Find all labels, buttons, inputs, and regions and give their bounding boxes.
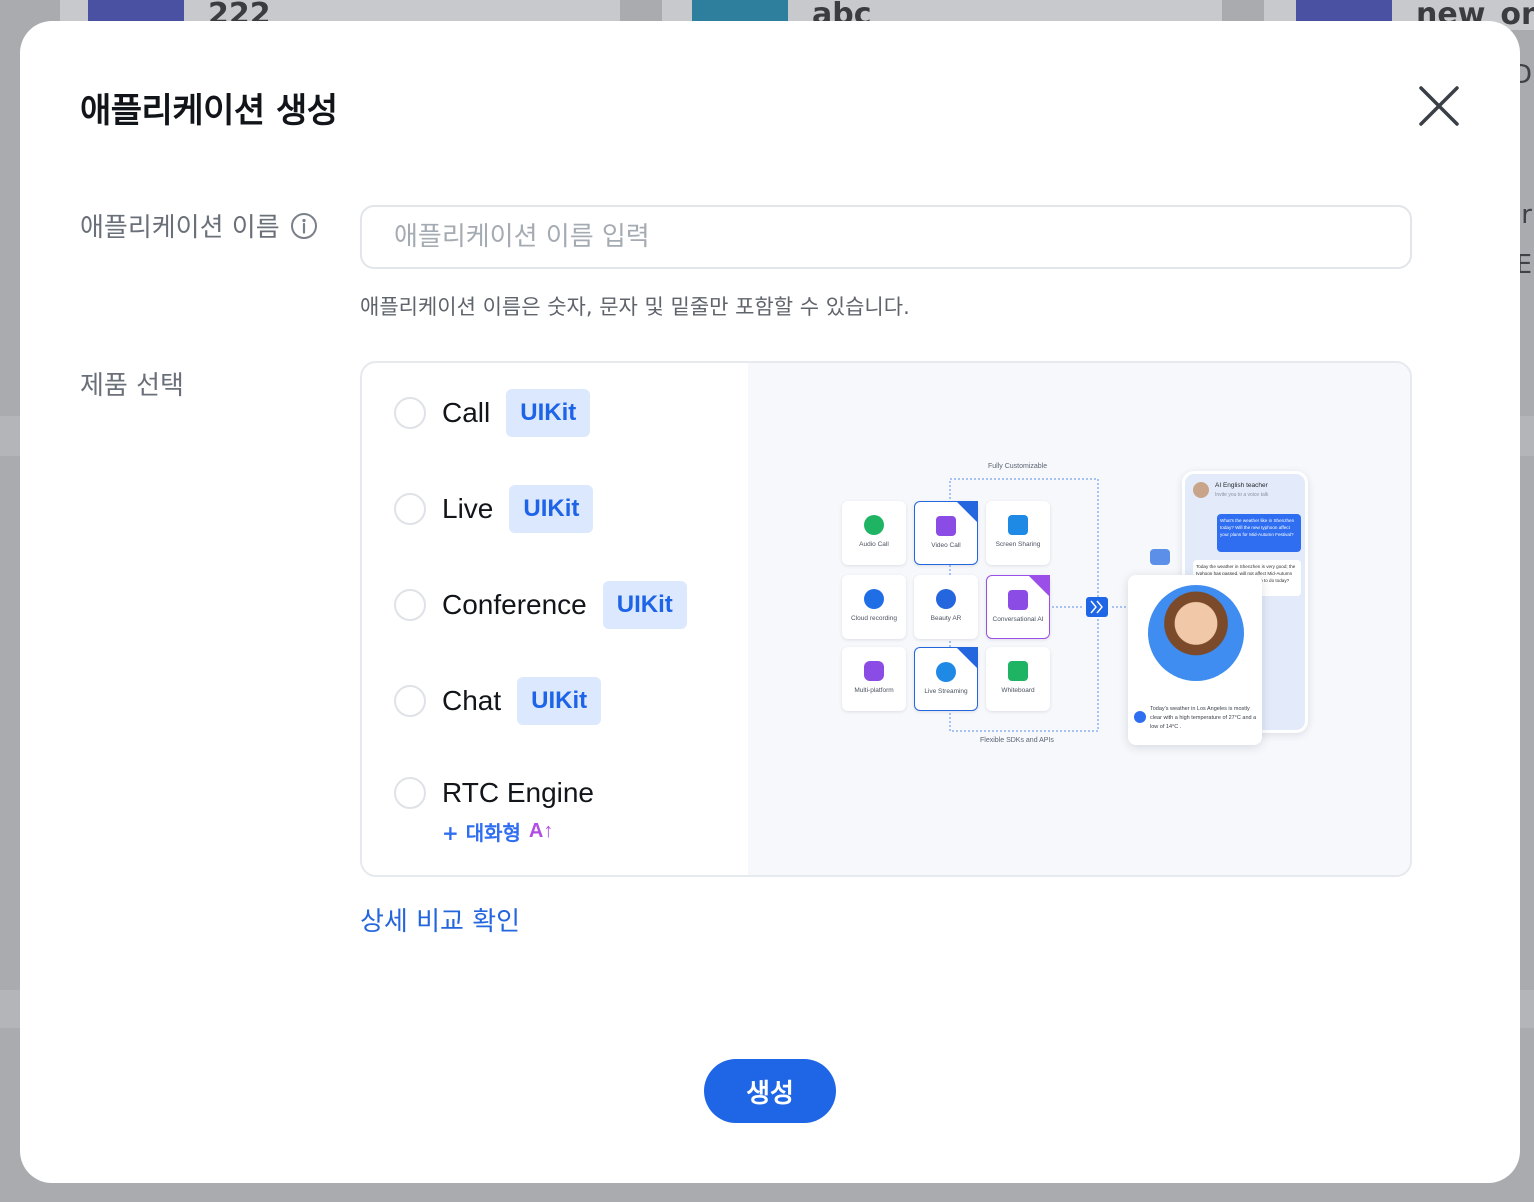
ai-icon <box>1134 711 1146 723</box>
radio-button[interactable] <box>394 777 426 809</box>
ai-icon: A↑ <box>528 820 554 842</box>
product-selector: Call UIKit Live UIKit Conference UIKit C… <box>360 361 1412 877</box>
uikit-badge: UIKit <box>517 677 602 725</box>
feature-tile: Video Call <box>914 501 978 565</box>
feature-tile: Screen Sharing <box>986 501 1050 565</box>
avatar <box>1193 482 1209 498</box>
radio-button[interactable] <box>394 589 426 621</box>
feature-tile-label: Cloud recording <box>851 615 897 622</box>
conversational-ai-icon <box>1008 590 1028 610</box>
feature-tile: Whiteboard <box>986 647 1050 711</box>
ai-portrait-image <box>1148 585 1244 681</box>
radio-button[interactable] <box>394 397 426 429</box>
uikit-badge: UIKit <box>602 581 687 629</box>
product-option-chat[interactable]: Chat UIKit <box>394 677 602 725</box>
feature-tile-label: Beauty AR <box>930 615 962 622</box>
application-name-input[interactable] <box>360 205 1412 269</box>
preview-caption-bottom: Flexible SDKs and APIs <box>980 737 1054 744</box>
feature-tile-label: Audio Call <box>859 541 889 548</box>
feature-tile: Conversational AI <box>986 575 1050 639</box>
ai-card-text: Today's weather in Los Angeles is mostly… <box>1150 706 1257 730</box>
ai-result-card: Today's weather in Los Angeles is mostly… <box>1128 575 1262 745</box>
check-icon <box>956 501 978 523</box>
product-name: Conference <box>442 589 587 620</box>
info-icon[interactable] <box>290 212 318 240</box>
product-name: Chat <box>442 685 502 716</box>
create-application-modal: 애플리케이션 생성 애플리케이션 이름 애플리케이션 이름은 숫자, 문자 및 … <box>20 21 1520 1183</box>
product-name: Call <box>442 397 491 428</box>
phone-subtitle: Invite you to a voice talk <box>1215 492 1269 498</box>
application-name-label-text: 애플리케이션 이름 <box>80 213 280 243</box>
feature-tile: Multi-platform <box>842 647 906 711</box>
multi-platform-icon <box>864 661 884 681</box>
feature-tile-label: Live Streaming <box>924 688 968 695</box>
video-call-icon <box>936 516 956 536</box>
feature-tile: Cloud recording <box>842 575 906 639</box>
product-option-conference[interactable]: Conference UIKit <box>394 581 687 629</box>
check-icon <box>1028 575 1050 597</box>
chat-icon <box>1150 549 1170 565</box>
feature-tile: Beauty AR <box>914 575 978 639</box>
check-icon <box>956 647 978 669</box>
radio-button[interactable] <box>394 493 426 525</box>
whiteboard-icon <box>1008 661 1028 681</box>
audio-call-icon <box>864 515 884 535</box>
application-name-label: 애플리케이션 이름 <box>80 207 318 244</box>
product-name: RTC Engine <box>442 777 595 808</box>
create-button[interactable]: 생성 <box>704 1059 836 1123</box>
product-option-live[interactable]: Live UIKit <box>394 485 594 533</box>
conversational-ai-tag-text: + 대화형 <box>442 821 521 845</box>
product-option-call[interactable]: Call UIKit <box>394 389 591 437</box>
beauty-ar-icon <box>936 589 956 609</box>
screen-sharing-icon <box>1008 515 1028 535</box>
close-icon <box>1419 86 1459 126</box>
feature-tile-label: Screen Sharing <box>995 541 1041 548</box>
feature-tile: Audio Call <box>842 501 906 565</box>
product-preview-illustration: Fully Customizable Flexible SDKs and API… <box>748 363 1410 875</box>
live-streaming-icon <box>936 662 956 682</box>
radio-button[interactable] <box>394 685 426 717</box>
preview-caption-top: Fully Customizable <box>988 463 1048 470</box>
uikit-badge: UIKit <box>509 485 594 533</box>
product-option-rtc-engine[interactable]: RTC Engine <box>394 777 594 809</box>
conversational-ai-tag: + 대화형 A↑ <box>442 817 553 846</box>
detailed-comparison-link[interactable]: 상세 비교 확인 <box>360 901 520 938</box>
feature-tile-label: Conversational AI <box>992 616 1044 623</box>
product-name: Live <box>442 493 494 524</box>
chat-bubble-outgoing: What's the weather like in Shenzhen toda… <box>1217 514 1301 552</box>
feature-tile-label: Multi-platform <box>854 687 894 694</box>
uikit-badge: UIKit <box>506 389 591 437</box>
application-name-hint: 애플리케이션 이름은 숫자, 문자 및 밑줄만 포함할 수 있습니다. <box>360 295 910 319</box>
product-list: Call UIKit Live UIKit Conference UIKit C… <box>362 363 748 875</box>
modal-title: 애플리케이션 생성 <box>80 91 338 131</box>
feature-tile: Live Streaming <box>914 647 978 711</box>
phone-title: AI English teacher <box>1215 482 1268 489</box>
product-select-label: 제품 선택 <box>80 371 184 401</box>
feature-tile-label: Whiteboard <box>1001 687 1035 694</box>
cloud-recording-icon <box>864 589 884 609</box>
feature-tile-label: Video Call <box>931 542 961 549</box>
close-button[interactable] <box>1416 83 1462 129</box>
